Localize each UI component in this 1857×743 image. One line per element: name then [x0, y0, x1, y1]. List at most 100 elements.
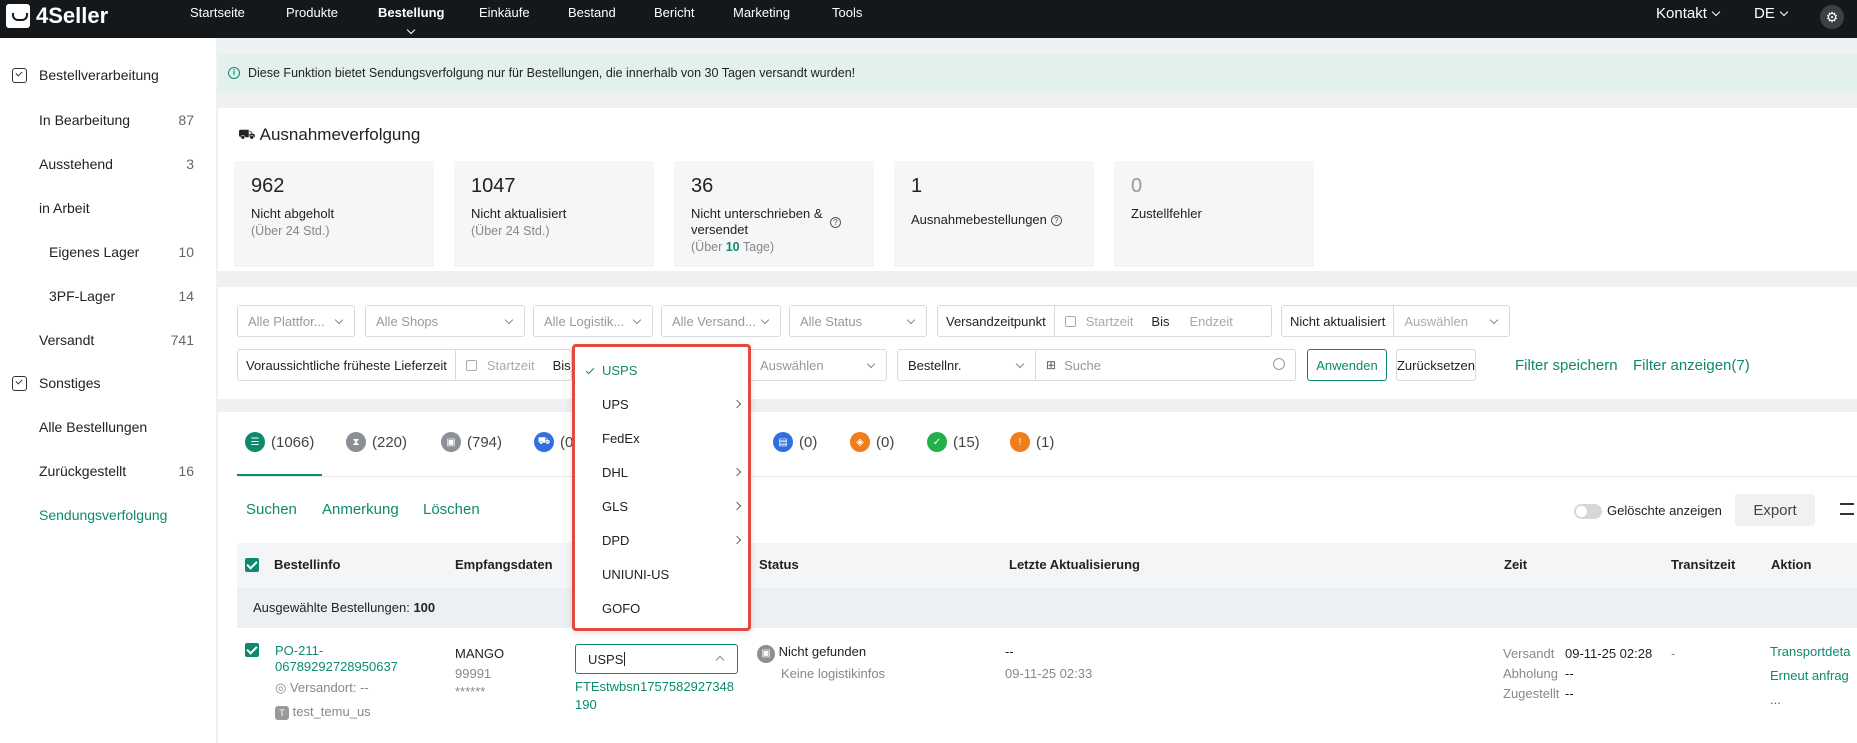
row-checkbox[interactable] — [245, 643, 259, 657]
sidebar-item-sendungsverfolgung[interactable]: Sendungsverfolgung — [39, 507, 167, 523]
carrier-option-uniuni[interactable]: UNIUNI-US — [575, 557, 748, 591]
stat-ausnahmebestellungen[interactable]: 1 Ausnahmebestellungen? — [894, 161, 1094, 267]
transport-details-link[interactable]: Transportdeta — [1770, 644, 1857, 659]
order-id-link[interactable]: PO-211-06789292728950637 — [275, 643, 415, 675]
stat-nicht-aktualisiert[interactable]: 1047 Nicht aktualisiert (Über 24 Std.) — [454, 161, 654, 267]
carrier-select-input[interactable]: USPS — [575, 644, 738, 674]
show-filter-link[interactable]: Filter anzeigen(7) — [1633, 357, 1750, 374]
search-input[interactable]: ⊞ Suche — [1035, 349, 1296, 381]
sidebar-count: 3 — [186, 156, 194, 172]
chevron-down-icon — [1489, 315, 1499, 325]
sidebar-item-zurueckgestellt[interactable]: Zurückgestellt — [39, 463, 126, 479]
more-actions-link[interactable]: ... — [1770, 692, 1781, 707]
tab-pending[interactable]: ⧗ (220) — [346, 432, 407, 452]
clipboard-icon — [12, 375, 27, 391]
search-icon[interactable] — [1273, 358, 1285, 370]
nav-marketing[interactable]: Marketing — [733, 5, 790, 20]
carrier-option-dhl[interactable]: DHL — [575, 455, 748, 489]
time-value-delivered: -- — [1565, 686, 1574, 701]
nav-einkaeufe[interactable]: Einkäufe — [479, 5, 530, 20]
carrier-option-fedex[interactable]: FedEx — [575, 421, 748, 455]
settings-gear-icon[interactable]: ⚙ — [1820, 5, 1844, 29]
stat-nicht-abgeholt[interactable]: 962 Nicht abgeholt (Über 24 Std.) — [234, 161, 434, 267]
stat-sub: (Über 24 Std.) — [251, 224, 330, 238]
sidebar-section-sonstiges[interactable]: Sonstiges — [12, 375, 100, 391]
carrier-option-dpd[interactable]: DPD — [575, 523, 748, 557]
carrier-option-gofo[interactable]: GOFO — [575, 591, 748, 625]
sidebar-item-alle-bestellungen[interactable]: Alle Bestellungen — [39, 419, 147, 435]
reset-button[interactable]: Zurücksetzen — [1396, 349, 1476, 381]
tracking-number-link[interactable]: FTEstwbsn1757582927348190 — [575, 678, 740, 714]
not-updated-select[interactable]: Auswählen — [1394, 314, 1468, 329]
apply-button[interactable]: Anwenden — [1307, 349, 1387, 381]
nav-bericht[interactable]: Bericht — [654, 5, 694, 20]
stat-nicht-unterschrieben[interactable]: 36 Nicht unterschrieben & versendet ? (Ü… — [674, 161, 874, 267]
tab-pickup[interactable]: ▤ (0) — [773, 432, 817, 452]
stat-zustellfehler[interactable]: 0 Zustellfehler — [1114, 161, 1314, 267]
search-action[interactable]: Suchen — [246, 501, 297, 518]
show-deleted-toggle[interactable] — [1574, 504, 1602, 519]
sidebar-item-3pf-lager[interactable]: 3PF-Lager — [49, 288, 115, 304]
platform-select[interactable]: Alle Plattfor... — [237, 305, 355, 337]
start-date-input[interactable]: Startzeit — [1086, 314, 1134, 329]
tab-in-transit[interactable]: ⛟ (0 — [534, 432, 573, 452]
sidebar-item-in-bearbeitung[interactable]: In Bearbeitung — [39, 112, 130, 128]
nav-tools[interactable]: Tools — [832, 5, 862, 20]
tab-all[interactable]: ☰ (1066) — [245, 432, 314, 452]
sidebar-count: 87 — [178, 112, 194, 128]
shops-select[interactable]: Alle Shops — [365, 305, 525, 337]
chevron-down-icon — [906, 315, 916, 325]
ship-time-range[interactable]: Versandzeitpunkt Startzeit Bis Endzeit — [937, 305, 1272, 337]
nav-startseite[interactable]: Startseite — [190, 5, 245, 20]
carrier-method-select[interactable]: Auswählen — [750, 349, 887, 381]
truck-icon: ⛟ — [238, 125, 256, 142]
end-date-input[interactable]: Endzeit — [1189, 314, 1232, 329]
carrier-dropdown: USPS UPS FedEx DHL GLS DPD UNIUNI-US GOF… — [572, 344, 751, 631]
requery-link[interactable]: Erneut anfrag — [1770, 668, 1857, 683]
note-action[interactable]: Anmerkung — [322, 501, 399, 518]
language-label: DE — [1754, 5, 1775, 22]
brand-logo[interactable]: 4Seller — [6, 3, 108, 29]
tab-delivered[interactable]: ✓ (15) — [927, 432, 980, 452]
tab-exception[interactable]: ! (1) — [1010, 432, 1054, 452]
nav-produkte[interactable]: Produkte — [286, 5, 338, 20]
tab-expired[interactable]: ◈ (0) — [850, 432, 894, 452]
nav-bestellung[interactable]: Bestellung — [378, 5, 444, 35]
export-button[interactable]: Export — [1735, 494, 1815, 526]
help-icon[interactable]: ? — [830, 216, 841, 228]
carrier-option-ups[interactable]: UPS — [575, 387, 748, 421]
delete-action[interactable]: Löschen — [423, 501, 480, 518]
sidebar-item-versandt[interactable]: Versandt — [39, 332, 94, 348]
help-icon[interactable]: ? — [1050, 215, 1062, 227]
sidebar-count: 10 — [178, 244, 194, 260]
column-settings-icon[interactable] — [1840, 503, 1854, 515]
sidebar-item-ausstehend[interactable]: Ausstehend — [39, 156, 113, 172]
sidebar-item-in-arbeit[interactable]: in Arbeit — [39, 200, 90, 216]
not-updated-filter[interactable]: Nicht aktualisiert Auswählen — [1281, 305, 1510, 337]
contact-menu[interactable]: Kontakt — [1656, 5, 1721, 22]
exception-tracking-card: ⛟ Ausnahmeverfolgung 962 Nicht abgeholt … — [218, 108, 1857, 271]
calendar-icon — [465, 359, 477, 371]
search-placeholder: Suche — [1064, 357, 1101, 373]
status-select[interactable]: Alle Status — [789, 305, 927, 337]
language-menu[interactable]: DE — [1754, 5, 1789, 22]
option-label: USPS — [602, 362, 638, 378]
option-label: FedEx — [602, 430, 640, 446]
shop-info: T test_temu_us — [275, 704, 371, 720]
location-icon: ◎ — [275, 680, 287, 695]
shipping-select[interactable]: Alle Versand... — [661, 305, 781, 337]
save-filter-link[interactable]: Filter speichern — [1515, 357, 1618, 374]
sidebar-section-bestellverarbeitung[interactable]: Bestellverarbeitung — [12, 67, 159, 83]
nav-bestand[interactable]: Bestand — [568, 5, 616, 20]
carrier-option-usps[interactable]: USPS — [575, 353, 748, 387]
logistics-select[interactable]: Alle Logistik... — [533, 305, 653, 337]
order-no-select[interactable]: Bestellnr. — [897, 349, 1036, 381]
text-cursor — [624, 652, 626, 666]
sidebar-item-eigenes-lager[interactable]: Eigenes Lager — [49, 244, 139, 260]
stat-label: Ausnahmebestellungen — [911, 212, 1047, 227]
start-date-input[interactable]: Startzeit — [487, 358, 535, 373]
earliest-delivery-range[interactable]: Voraussichtliche früheste Lieferzeit Sta… — [237, 349, 572, 381]
carrier-option-gls[interactable]: GLS — [575, 489, 748, 523]
select-all-checkbox[interactable] — [245, 558, 259, 572]
tab-not-found[interactable]: ▣ (794) — [441, 432, 502, 452]
